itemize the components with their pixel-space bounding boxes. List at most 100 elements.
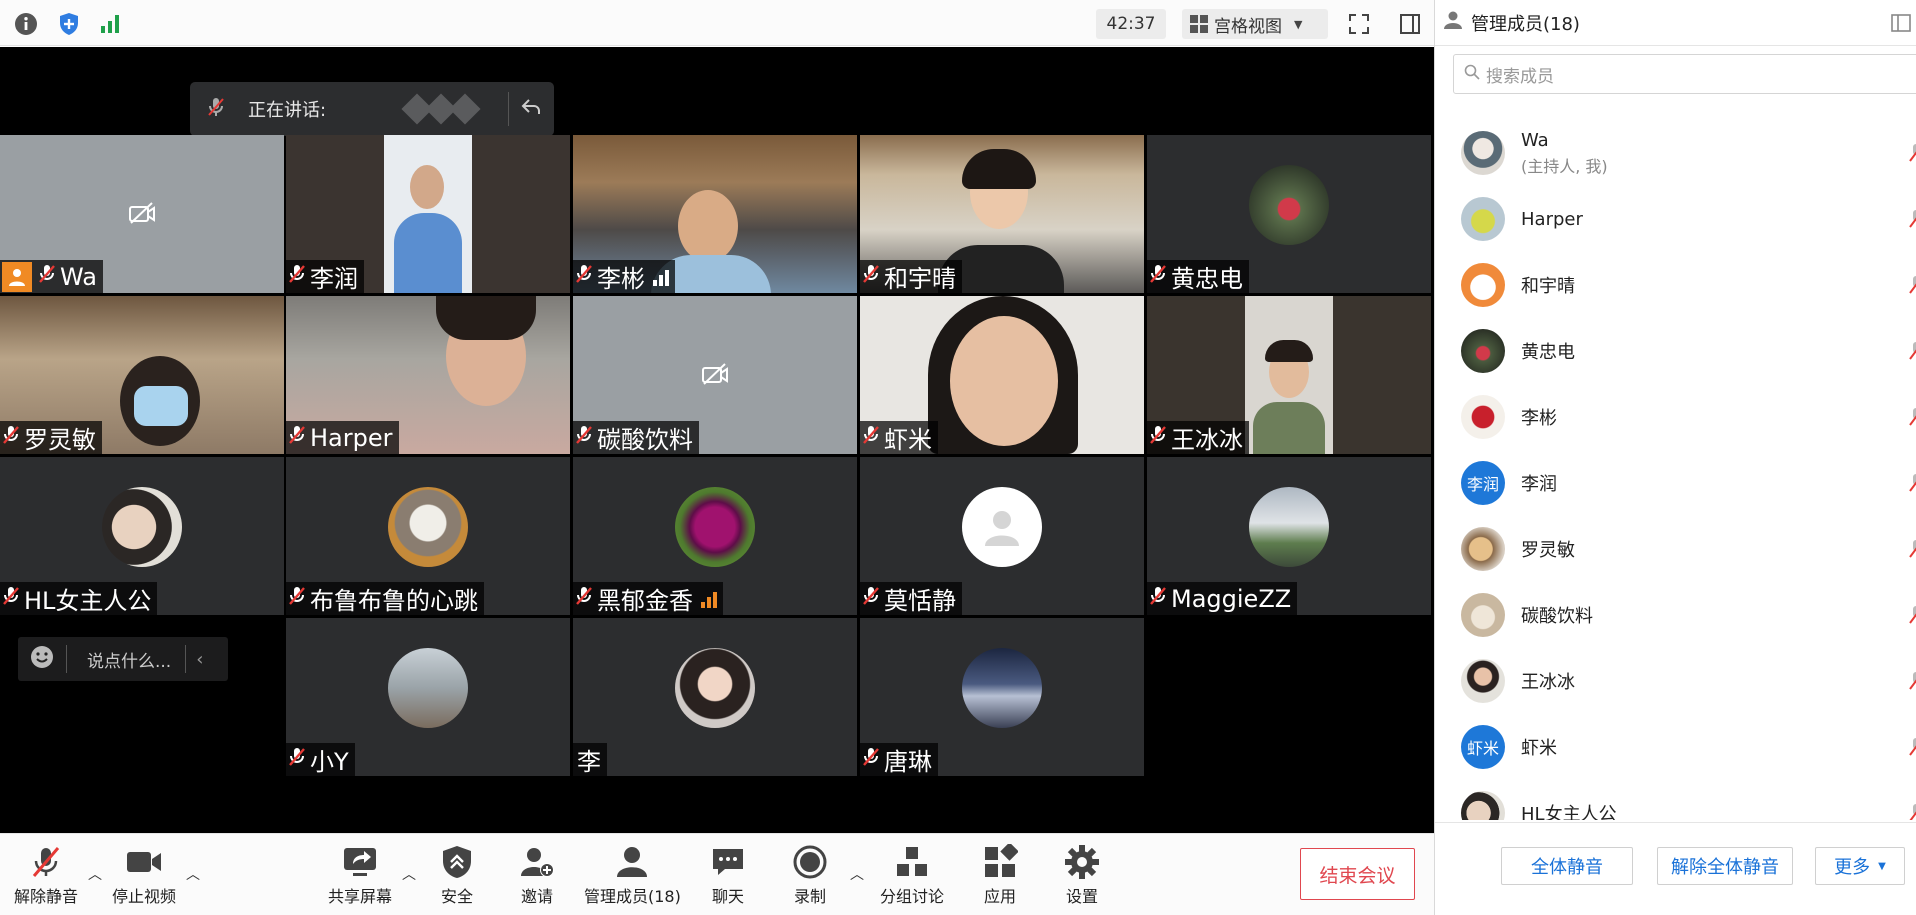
participant-avatar [962, 487, 1042, 567]
mic-muted-icon[interactable] [1909, 604, 1916, 630]
speaker-avatars [401, 93, 481, 125]
signal-icon[interactable] [96, 10, 124, 38]
popout-icon[interactable] [1891, 14, 1911, 37]
member-item[interactable]: 王冰冰 [1435, 648, 1916, 714]
member-avatar [1461, 395, 1505, 439]
video-tile[interactable]: 布鲁布鲁的心跳 [286, 457, 570, 615]
member-name: 和宇晴 [1521, 276, 1575, 297]
participant-name: MaggieZZ [1171, 584, 1292, 613]
stop-video-button[interactable]: 停止视频 [112, 844, 176, 907]
video-tile[interactable]: 莫恬静 [860, 457, 1144, 615]
mic-muted-icon[interactable] [1909, 472, 1916, 498]
fullscreen-icon[interactable] [1345, 10, 1373, 38]
participant-video [1245, 296, 1333, 454]
collapse-arrow-icon[interactable] [520, 96, 542, 123]
mic-muted-icon[interactable] [1909, 802, 1916, 820]
video-tile[interactable]: MaggieZZ [1147, 457, 1431, 615]
video-tile[interactable]: HL女主人公 [0, 457, 284, 615]
mic-muted-icon[interactable] [1909, 538, 1916, 564]
shield-icon [443, 846, 471, 878]
video-tile[interactable]: 小Y [286, 618, 570, 776]
top-bar: 42:37 宫格视图 ▼ [0, 0, 1434, 46]
member-item[interactable]: Wa (主持人, 我) [1435, 120, 1916, 186]
record-options-caret-icon[interactable]: ︿ [850, 864, 864, 884]
video-tile[interactable]: 李润 [286, 135, 570, 293]
mic-muted-icon[interactable] [1909, 736, 1916, 762]
participant-name: 黑郁金香 [597, 587, 693, 615]
mic-muted-icon[interactable] [1909, 340, 1916, 366]
breakout-button[interactable]: 分组讨论 [880, 844, 944, 907]
end-meeting-button[interactable]: 结束会议 [1300, 848, 1415, 900]
record-button[interactable]: 录制 [792, 844, 828, 907]
video-tile[interactable]: 虾米 [860, 296, 1144, 454]
mic-muted-icon[interactable] [1909, 142, 1916, 168]
participant-name-bar: 黑郁金香 [573, 582, 723, 615]
video-tile[interactable]: 罗灵敏 [0, 296, 284, 454]
member-item[interactable]: HL女主人公 [1435, 780, 1916, 820]
member-list: Wa (主持人, 我) Harper 和宇晴 黄忠电 李彬 李润 李润 罗灵敏 … [1435, 120, 1916, 820]
member-name: 李彬 [1521, 408, 1557, 429]
sidebar-icon[interactable] [1396, 10, 1424, 38]
view-mode-label: 宫格视图 [1214, 16, 1282, 37]
member-item[interactable]: 和宇晴 [1435, 252, 1916, 318]
record-label: 录制 [793, 887, 826, 906]
member-item[interactable]: Harper [1435, 186, 1916, 252]
video-tile[interactable]: 碳酸饮料 [573, 296, 857, 454]
member-item[interactable]: 罗灵敏 [1435, 516, 1916, 582]
member-item[interactable]: 碳酸饮料 [1435, 582, 1916, 648]
video-tile[interactable]: Harper [286, 296, 570, 454]
speaking-indicator: 正在讲话: [190, 82, 554, 136]
signal-strength-icon [653, 268, 669, 286]
more-button[interactable]: 更多 ▼ [1815, 847, 1905, 885]
caret-down-icon: ▼ [1878, 860, 1886, 872]
settings-button[interactable]: 设置 [1064, 844, 1100, 907]
video-tile[interactable]: 黄忠电 [1147, 135, 1431, 293]
participant-name: 和宇晴 [884, 265, 956, 293]
participant-avatar [102, 487, 182, 567]
member-item[interactable]: 李润 李润 [1435, 450, 1916, 516]
quick-chat-popup[interactable]: 说点什么... ‹ [18, 637, 228, 681]
share-options-caret-icon[interactable]: ︿ [402, 864, 416, 884]
participant-name: 碳酸饮料 [597, 426, 693, 454]
member-avatar [1461, 329, 1505, 373]
member-name: 王冰冰 [1521, 672, 1575, 693]
member-item[interactable]: 黄忠电 [1435, 318, 1916, 384]
emoji-icon[interactable] [30, 645, 54, 674]
member-search-input[interactable]: 搜索成员 [1453, 54, 1916, 94]
video-tile[interactable]: 和宇晴 [860, 135, 1144, 293]
mic-muted-icon [862, 424, 880, 452]
video-tile[interactable]: Wa [0, 135, 284, 293]
manage-members-button[interactable]: 管理成员(18) [584, 844, 681, 907]
video-tile[interactable]: 李 [573, 618, 857, 776]
chat-input-placeholder[interactable]: 说点什么... [87, 647, 171, 672]
mic-muted-icon[interactable] [1909, 406, 1916, 432]
unmute-button[interactable]: 解除静音 [14, 844, 78, 907]
member-name: HL女主人公 [1521, 804, 1617, 820]
view-mode-selector[interactable]: 宫格视图 ▼ [1182, 9, 1328, 39]
video-tile[interactable]: 唐琳 [860, 618, 1144, 776]
video-tile[interactable]: 黑郁金香 [573, 457, 857, 615]
apps-button[interactable]: 应用 [982, 844, 1018, 907]
video-options-caret-icon[interactable]: ︿ [186, 864, 200, 884]
mic-muted-icon[interactable] [1909, 670, 1916, 696]
invite-button[interactable]: 邀请 [518, 844, 556, 907]
info-icon[interactable] [12, 10, 40, 38]
unmute-all-button[interactable]: 解除全体静音 [1657, 847, 1793, 885]
shield-icon[interactable] [55, 10, 83, 38]
security-button[interactable]: 安全 [440, 844, 474, 907]
video-tile[interactable]: 李彬 [573, 135, 857, 293]
video-tile[interactable]: 王冰冰 [1147, 296, 1431, 454]
chevron-left-icon[interactable]: ‹ [196, 649, 203, 670]
member-avatar [1461, 527, 1505, 571]
audio-options-caret-icon[interactable]: ︿ [88, 864, 102, 884]
mic-muted-icon[interactable] [1909, 208, 1916, 234]
mic-muted-icon [38, 263, 56, 291]
member-item[interactable]: 虾米 虾米 [1435, 714, 1916, 780]
mic-muted-icon[interactable] [1909, 274, 1916, 300]
members-panel: 管理成员(18) 搜索成员 Wa (主持人, 我) Harper 和宇晴 黄忠电 [1434, 0, 1916, 915]
mute-all-button[interactable]: 全体静音 [1501, 847, 1633, 885]
participant-name: 小Y [310, 748, 349, 776]
share-screen-button[interactable]: 共享屏幕 [328, 844, 392, 907]
chat-button[interactable]: 聊天 [710, 844, 746, 907]
member-item[interactable]: 李彬 [1435, 384, 1916, 450]
